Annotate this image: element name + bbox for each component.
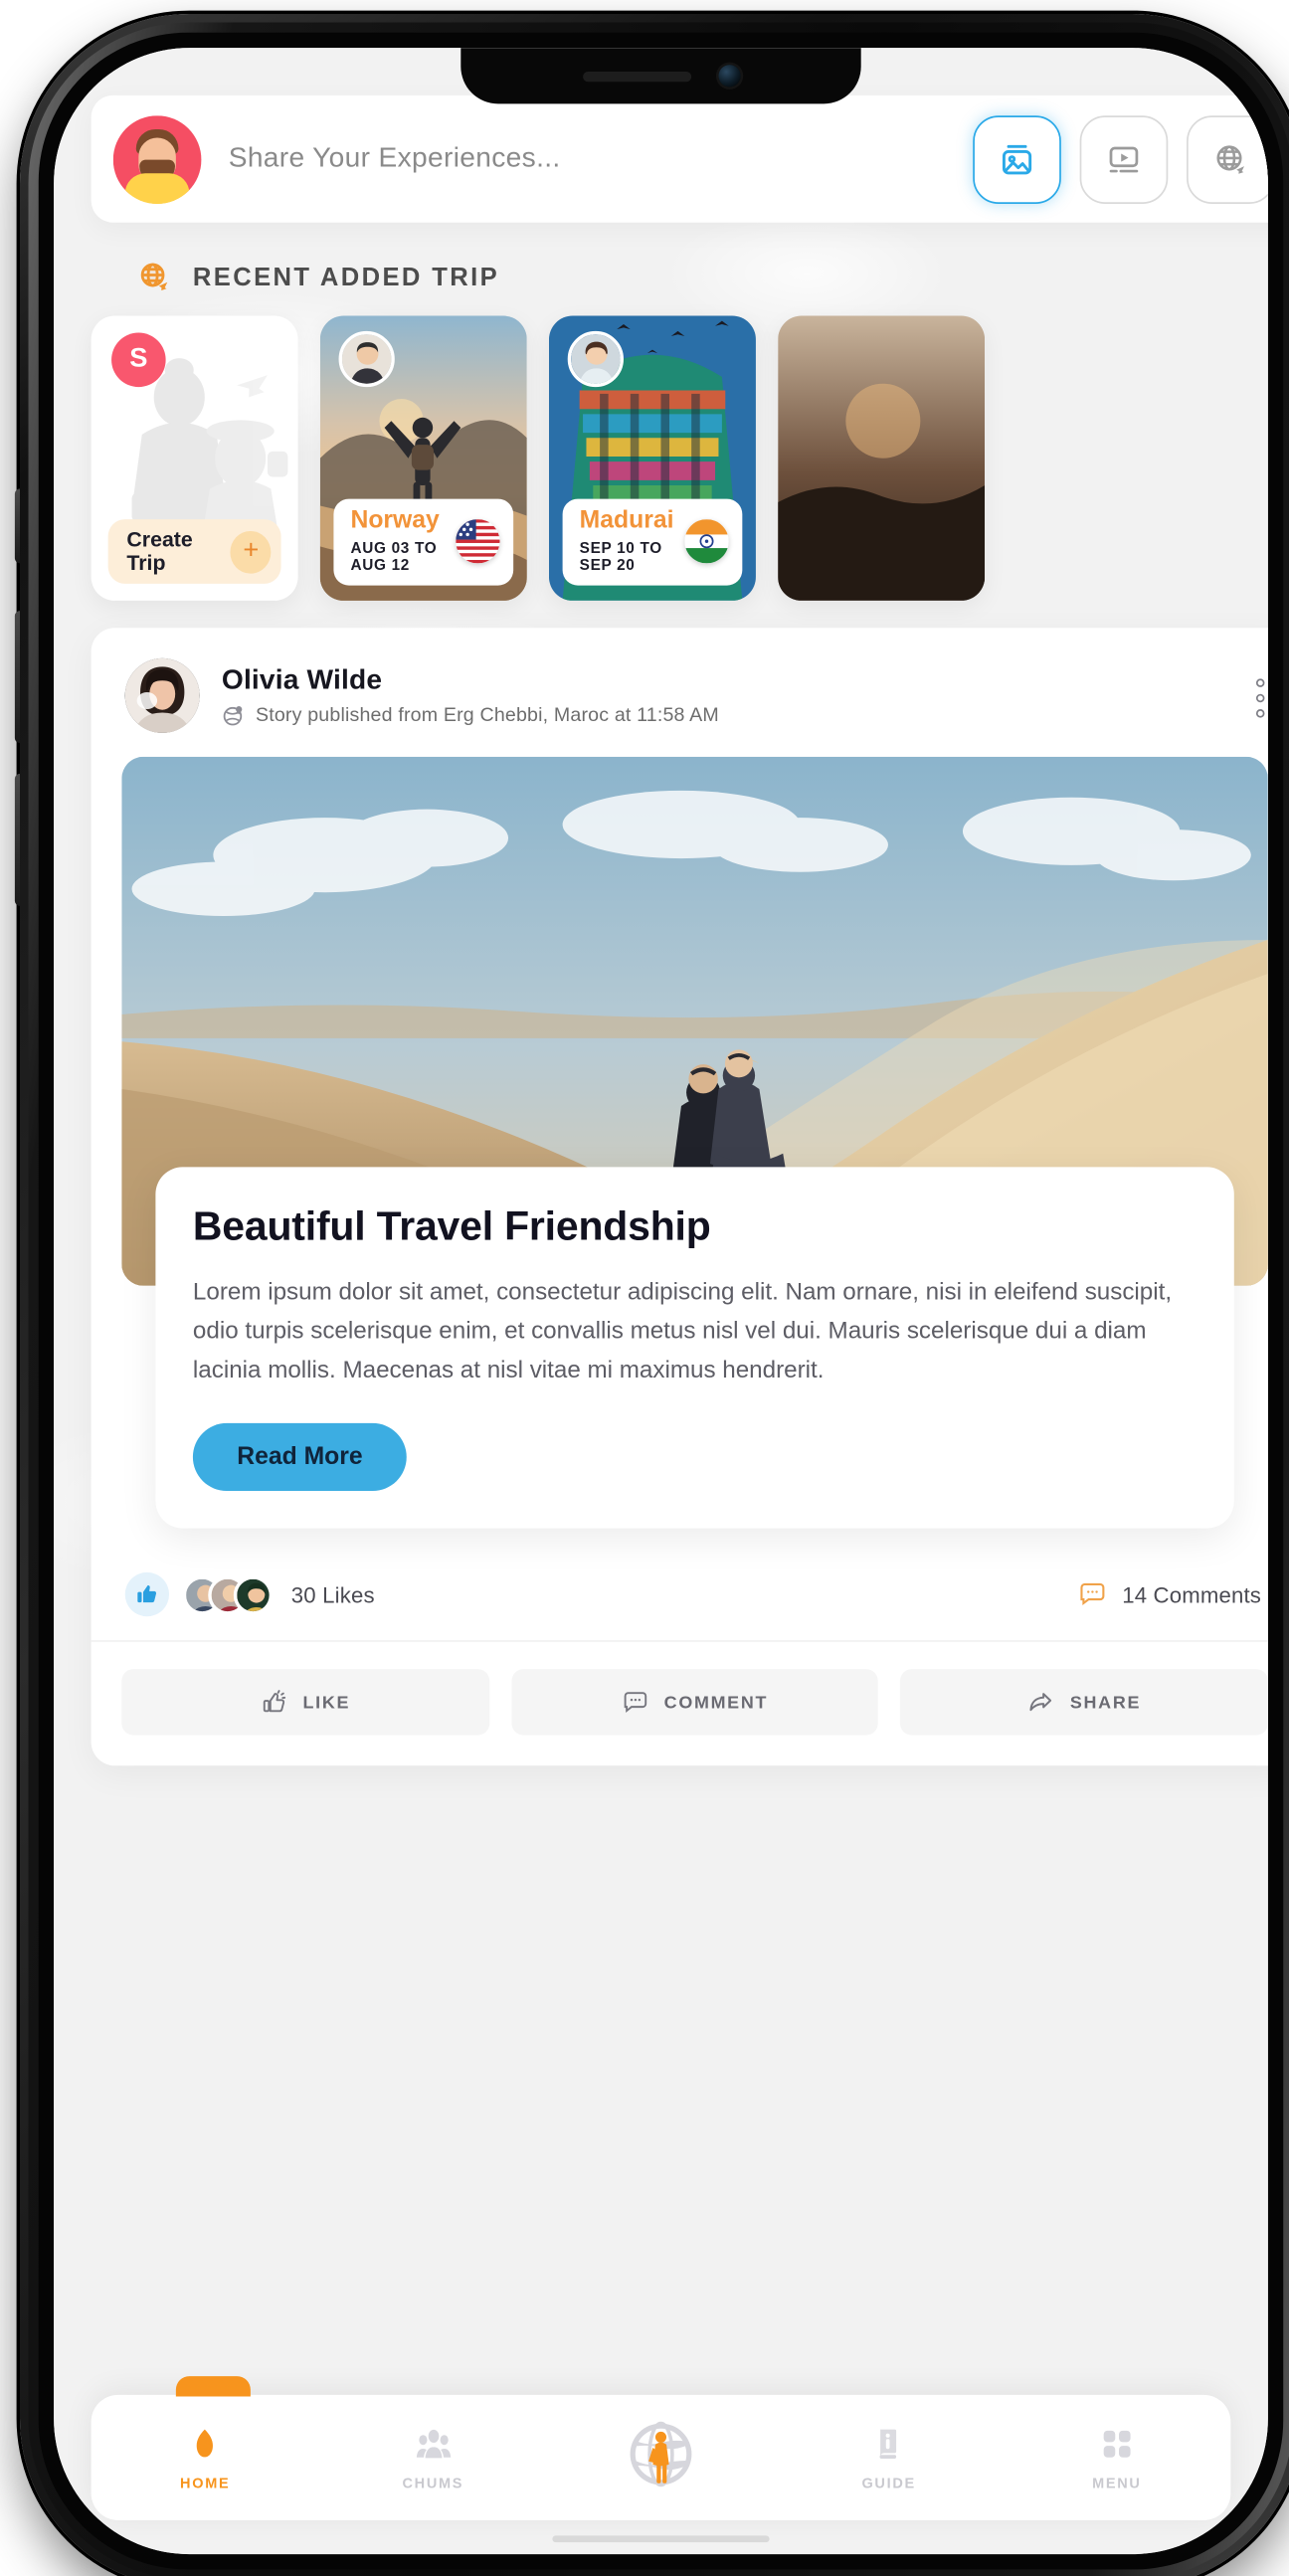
nav-item-explore[interactable]	[547, 2419, 775, 2490]
comment-bubble-icon	[1078, 1580, 1107, 1609]
image-icon	[997, 138, 1037, 179]
phone-volume-up-button[interactable]	[14, 611, 20, 744]
thumbs-up-icon	[124, 1571, 170, 1617]
like-label: LIKE	[302, 1692, 351, 1713]
traveler-globe-icon	[626, 2419, 697, 2490]
avatar	[112, 114, 202, 204]
guide-info-icon	[870, 2425, 908, 2463]
post-story-card: Beautiful Travel Friendship Lorem ipsum …	[155, 1167, 1234, 1529]
trip-name: Norway	[350, 506, 440, 535]
more-vertical-icon[interactable]	[1255, 674, 1268, 717]
phone-screen: Share Your Experiences... RECENT ADDED T…	[54, 48, 1268, 2555]
phone-silent-switch[interactable]	[14, 488, 20, 564]
trip-name: Madurai	[579, 506, 674, 535]
home-indicator	[552, 2535, 770, 2543]
share-video-button[interactable]	[1079, 114, 1169, 204]
front-camera-icon	[717, 65, 740, 88]
post-actions-row: LIKE COMMENT SHARE	[92, 1642, 1268, 1765]
section-title: RECENT ADDED TRIP	[192, 263, 500, 292]
in-flag-icon	[684, 518, 729, 564]
home-icon	[186, 2425, 224, 2463]
nav-label: MENU	[1092, 2474, 1142, 2491]
app-root: Share Your Experiences... RECENT ADDED T…	[54, 48, 1268, 2555]
phone-frame: Share Your Experiences... RECENT ADDED T…	[14, 14, 1289, 2576]
globe-pin-icon	[222, 703, 246, 727]
post-author-name: Olivia Wilde	[221, 663, 383, 695]
nav-item-chums[interactable]: CHUMS	[319, 2425, 547, 2490]
post-subtitle: Story published from Erg Chebbi, Maroc a…	[255, 704, 719, 726]
trip-chip: Norway AUG 03 TO AUG 12	[333, 498, 514, 586]
us-flag-icon	[456, 518, 500, 564]
status-badge: S	[111, 332, 166, 388]
grid-menu-icon	[1098, 2425, 1136, 2463]
phone-volume-down-button[interactable]	[14, 773, 20, 906]
post-header: Olivia Wilde Story published from Erg Ch…	[92, 651, 1268, 733]
create-trip-card[interactable]: S Create Trip +	[91, 315, 298, 601]
screenshot-stage: Share Your Experiences... RECENT ADDED T…	[0, 0, 1289, 2576]
trip-card[interactable]: Norway AUG 03 TO AUG 12	[319, 315, 527, 601]
likes-count: 30 Likes	[290, 1581, 375, 1607]
share-label: SHARE	[1069, 1692, 1142, 1713]
share-button[interactable]: SHARE	[900, 1669, 1268, 1736]
avatar[interactable]	[124, 657, 200, 733]
comments-count: 14 Comments	[1122, 1581, 1262, 1607]
feed-post: Olivia Wilde Story published from Erg Ch…	[91, 628, 1268, 1766]
comment-button[interactable]: COMMENT	[510, 1669, 879, 1736]
nav-item-guide[interactable]: GUIDE	[775, 2425, 1003, 2490]
recent-trip-section-header: RECENT ADDED TRIP	[135, 259, 499, 297]
like-button[interactable]: LIKE	[121, 1669, 489, 1736]
thumbs-up-outline-icon	[261, 1689, 287, 1716]
trip-card-partial[interactable]	[778, 315, 986, 601]
share-photo-button[interactable]	[973, 114, 1061, 204]
trip-dates: AUG 03 TO AUG 12	[350, 539, 438, 574]
avatar	[233, 1574, 274, 1614]
likers-avatars	[182, 1574, 274, 1614]
post-media-wrapper: Beautiful Travel Friendship Lorem ipsum …	[121, 756, 1268, 1529]
read-more-button[interactable]: Read More	[192, 1422, 407, 1492]
phone-bezel: Share Your Experiences... RECENT ADDED T…	[38, 32, 1284, 2570]
feed-scroll-area[interactable]: Share Your Experiences... RECENT ADDED T…	[54, 48, 1268, 2554]
trip-chip: Madurai SEP 10 TO SEP 20	[562, 498, 743, 586]
post-author-block: Olivia Wilde Story published from Erg Ch…	[222, 664, 1256, 727]
trip-dates: SEP 10 TO SEP 20	[579, 539, 662, 574]
video-icon	[1103, 138, 1144, 179]
share-composer-bar[interactable]: Share Your Experiences...	[91, 94, 1268, 223]
nav-label: HOME	[180, 2474, 231, 2491]
globe-plane-icon	[135, 259, 174, 297]
post-title: Beautiful Travel Friendship	[192, 1203, 711, 1250]
nav-item-menu[interactable]: MENU	[1003, 2425, 1230, 2490]
bottom-navigation: HOME CHUMS GUIDE MENU	[91, 2376, 1231, 2520]
comment-outline-icon	[622, 1689, 648, 1716]
active-tab-indicator	[175, 2376, 251, 2397]
avatar	[567, 330, 624, 388]
trip-card[interactable]: Madurai SEP 10 TO SEP 20	[548, 315, 756, 601]
create-trip-button[interactable]: Create Trip +	[107, 519, 281, 584]
share-action-icons	[973, 114, 1268, 204]
post-body: Lorem ipsum dolor sit amet, consectetur …	[192, 1278, 1173, 1384]
nav-item-home[interactable]: HOME	[92, 2425, 319, 2490]
post-stats-row: 30 Likes 14 Comments	[91, 1546, 1268, 1642]
share-input[interactable]: Share Your Experiences...	[229, 143, 973, 175]
trip-carousel[interactable]: S Create Trip + Norway AUG 03 TO AUG 12 …	[91, 315, 1268, 604]
earpiece-speaker	[582, 71, 691, 82]
people-icon	[415, 2425, 453, 2463]
avatar	[338, 330, 395, 388]
share-arrow-icon	[1027, 1689, 1054, 1716]
share-trip-button[interactable]	[1187, 114, 1268, 204]
comment-label: COMMENT	[663, 1692, 769, 1713]
phone-notch	[460, 48, 861, 104]
globe-plane-icon	[1210, 138, 1251, 179]
plus-icon: +	[231, 530, 272, 573]
create-trip-label: Create Trip	[126, 527, 193, 576]
nav-label: GUIDE	[861, 2474, 916, 2491]
nav-label: CHUMS	[402, 2474, 464, 2491]
